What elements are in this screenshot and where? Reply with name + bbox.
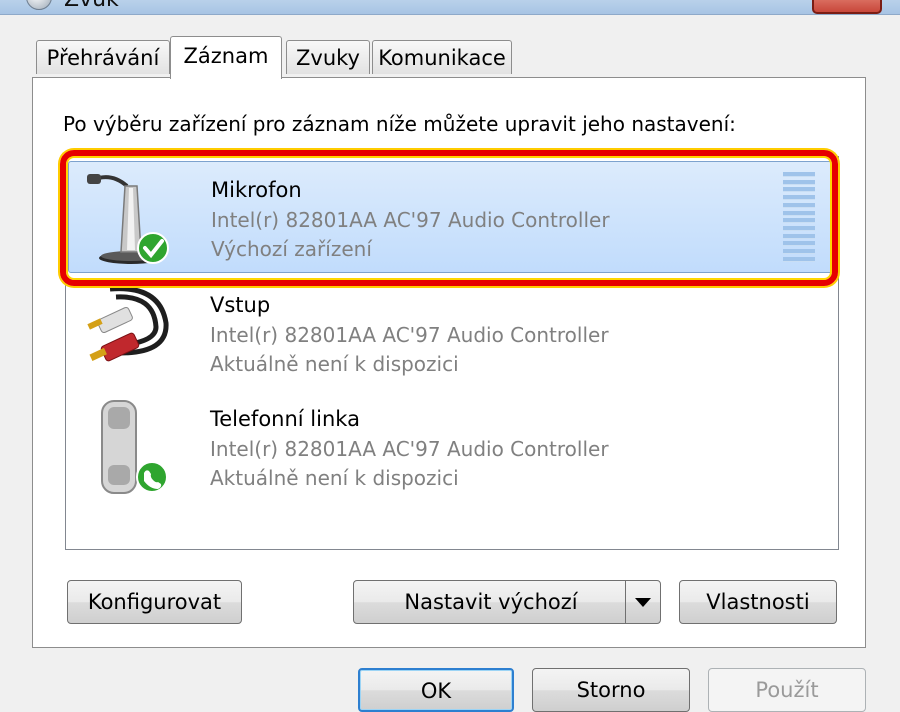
microphone-icon: [87, 174, 169, 264]
instruction-text: Po výběru zařízení pro záznam níže můžet…: [63, 112, 736, 136]
configure-button[interactable]: Konfigurovat: [67, 580, 242, 624]
properties-button[interactable]: Vlastnosti: [679, 580, 837, 624]
level-meter: [783, 172, 815, 262]
device-item-vstup[interactable]: Vstup Intel(r) 82801AA AC'97 Audio Contr…: [68, 277, 836, 389]
ok-button[interactable]: OK: [358, 668, 514, 712]
cancel-button[interactable]: Storno: [532, 668, 690, 712]
speaker-icon: [26, 0, 52, 10]
recording-panel: Po výběru zařízení pro záznam níže můžet…: [32, 77, 866, 648]
device-status: Aktuálně není k dispozici: [210, 352, 459, 376]
tab-prehravani[interactable]: Přehrávání: [36, 40, 170, 74]
device-description: Intel(r) 82801AA AC'97 Audio Controller: [210, 437, 609, 461]
device-status: Výchozí zařízení: [211, 237, 372, 261]
telephone-handset-icon: [101, 400, 168, 494]
device-description: Intel(r) 82801AA AC'97 Audio Controller: [211, 208, 610, 232]
device-item-mikrofon[interactable]: Mikrofon Intel(r) 82801AA AC'97 Audio Co…: [68, 161, 836, 273]
rca-cable-icon: [87, 286, 169, 362]
device-description: Intel(r) 82801AA AC'97 Audio Controller: [210, 323, 609, 347]
device-status: Aktuálně není k dispozici: [210, 466, 459, 490]
set-default-dropdown[interactable]: [625, 581, 660, 623]
tab-komunikace[interactable]: Komunikace: [372, 40, 512, 74]
device-name: Mikrofon: [211, 178, 302, 202]
chevron-down-icon: [635, 598, 651, 607]
device-name: Telefonní linka: [210, 407, 360, 431]
close-icon: ✕: [841, 0, 853, 4]
device-item-telefonni-linka[interactable]: Telefonní linka Intel(r) 82801AA AC'97 A…: [68, 391, 836, 503]
tab-zvuky[interactable]: Zvuky: [286, 40, 370, 74]
device-list[interactable]: Mikrofon Intel(r) 82801AA AC'97 Audio Co…: [65, 156, 839, 550]
device-name: Vstup: [210, 293, 271, 317]
set-default-label: Nastavit výchozí: [404, 590, 578, 614]
window-title: Zvuk: [64, 0, 119, 12]
tab-zaznam[interactable]: Záznam: [170, 36, 282, 79]
close-button[interactable]: ✕: [812, 0, 882, 14]
default-check-icon: [137, 232, 169, 264]
title-bar: Zvuk ✕: [0, 0, 900, 15]
set-default-button[interactable]: Nastavit výchozí: [353, 580, 661, 624]
apply-button[interactable]: Použít: [708, 668, 866, 712]
